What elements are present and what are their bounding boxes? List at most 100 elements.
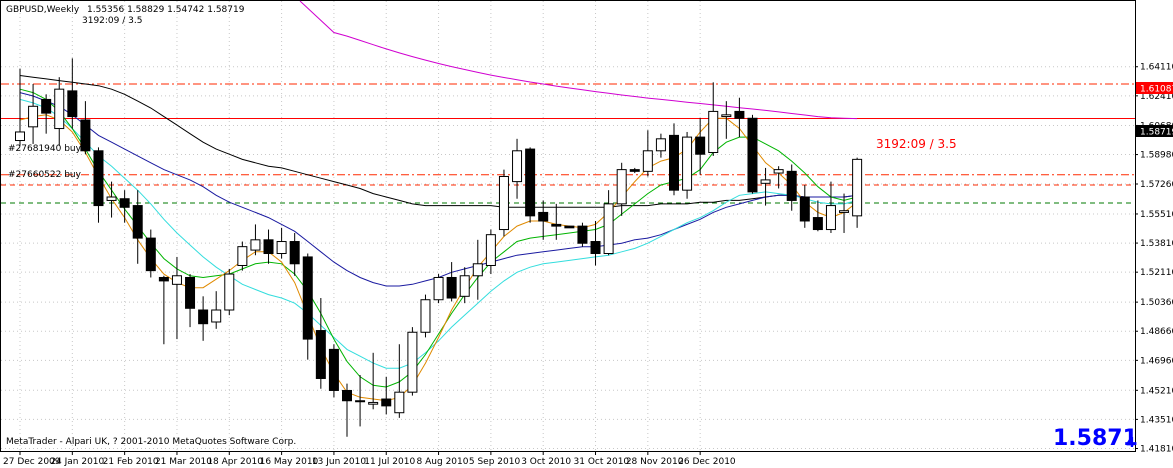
x-tick-label: 26 Dec 2010	[678, 457, 736, 467]
x-tick-label: 31 Oct 2010	[574, 457, 630, 467]
candle-body	[825, 205, 836, 231]
candle-body	[839, 210, 850, 213]
candle-body	[185, 276, 196, 309]
candle-body	[525, 148, 536, 217]
big-price-sub: 4	[1126, 436, 1135, 451]
order-label-1: #27681940 buy	[8, 144, 82, 154]
candle-body	[263, 239, 274, 255]
candle	[420, 294, 431, 338]
candle-body	[315, 330, 326, 379]
candle-body	[394, 391, 405, 414]
candle-body	[342, 389, 352, 402]
current-price-box-text: 1.58719	[1140, 128, 1173, 138]
candle-body	[28, 105, 39, 128]
candle-body	[93, 150, 104, 207]
time-axis[interactable]: 27 Dec 200924 Jan 201021 Feb 201021 Mar …	[3, 451, 736, 467]
y-tick-label: 1.43510	[1140, 415, 1173, 425]
candle-body	[721, 114, 732, 118]
candle-body	[119, 198, 130, 208]
candle	[328, 344, 339, 398]
candle-body	[54, 88, 65, 130]
x-tick-label: 21 Feb 2010	[103, 457, 159, 467]
candle-body	[276, 241, 287, 255]
candle-body	[250, 239, 261, 251]
x-tick-label: 11 Jul 2010	[364, 457, 415, 467]
candle-body	[472, 263, 483, 277]
candle-body	[590, 241, 601, 255]
candle-body	[512, 150, 523, 183]
y-tick-label: 1.58980	[1140, 151, 1173, 161]
candle-body	[655, 138, 666, 152]
candle-body	[551, 223, 562, 227]
candle-body	[786, 170, 797, 201]
ohlc-label: 1.55356 1.58829 1.54742 1.58719	[87, 5, 245, 15]
candle-body	[289, 241, 300, 265]
y-tick-label: 1.53810	[1140, 239, 1173, 249]
candle-body	[145, 237, 156, 272]
candle-body	[812, 217, 823, 231]
candle-body	[642, 150, 653, 172]
candle	[498, 169, 509, 237]
candle-body	[852, 158, 863, 217]
candle-body	[760, 179, 771, 184]
candle-body	[669, 134, 679, 191]
timer-annotation: 3192:09 / 3.5	[876, 137, 957, 151]
candle-body	[211, 309, 222, 323]
y-tick-label: 1.48660	[1140, 327, 1173, 337]
x-tick-label: 16 May 2010	[260, 457, 319, 467]
x-tick-label: 18 Apr 2010	[207, 457, 263, 467]
candle-body	[682, 136, 693, 191]
candle-body	[237, 246, 248, 266]
candle-body	[799, 196, 810, 222]
candle-body	[132, 205, 143, 239]
x-tick-label: 28 Nov 2010	[626, 457, 684, 467]
x-tick-label: 8 Aug 2010	[417, 457, 469, 467]
candle	[682, 131, 693, 199]
y-tick-label: 1.64110	[1140, 63, 1173, 73]
candle	[577, 222, 588, 247]
candle-body	[734, 110, 745, 119]
candle-body	[433, 276, 444, 301]
candle-body	[538, 211, 549, 222]
candle-body	[708, 110, 719, 154]
candle	[433, 274, 444, 304]
candle-body	[381, 398, 392, 407]
y-tick-label: 1.57260	[1140, 180, 1173, 190]
candle-body	[328, 348, 339, 391]
y-tick-label: 1.52110	[1140, 268, 1173, 278]
candle-body	[198, 309, 209, 325]
price-chart[interactable]: 1.641101.624101.606801.589801.572601.555…	[0, 0, 1173, 468]
copyright-label: MetaTrader - Alpari UK, ? 2001-2010 Meta…	[6, 437, 296, 447]
candle-body	[420, 299, 431, 333]
candle-body	[564, 225, 575, 229]
candle-body	[577, 225, 588, 244]
x-tick-label: 24 Jan 2010	[50, 457, 104, 467]
x-tick-label: 3 Oct 2010	[521, 457, 571, 467]
candle-body	[695, 136, 706, 155]
candle-body	[773, 169, 784, 174]
candle-body	[80, 119, 91, 152]
y-tick-label: 1.41810	[1140, 445, 1173, 455]
price-axis[interactable]: 1.641101.624101.606801.589801.572601.555…	[1135, 63, 1173, 455]
candle-body	[67, 90, 78, 118]
candle-body	[459, 275, 470, 297]
candle	[407, 327, 418, 396]
x-tick-label: 21 Mar 2010	[155, 457, 212, 467]
order-label-2: #27660522 buy	[8, 170, 82, 180]
candle-body	[368, 401, 379, 405]
x-tick-label: 13 Jun 2010	[312, 457, 366, 467]
candle-body	[302, 256, 313, 340]
timer-sub-label: 3192:09 / 3.5	[82, 16, 142, 26]
candle	[525, 147, 536, 223]
candle-body	[616, 169, 627, 205]
candle-body	[603, 203, 614, 255]
candle	[224, 268, 235, 316]
candle-body	[355, 400, 366, 403]
chart-window[interactable]: 1.641101.624101.606801.589801.572601.555…	[0, 0, 1173, 468]
candle-body	[747, 117, 758, 193]
candle-body	[15, 131, 25, 142]
candle-body	[224, 273, 235, 311]
candle-body	[106, 196, 117, 201]
candle-body	[41, 98, 52, 114]
y-tick-label: 1.46960	[1140, 356, 1173, 366]
